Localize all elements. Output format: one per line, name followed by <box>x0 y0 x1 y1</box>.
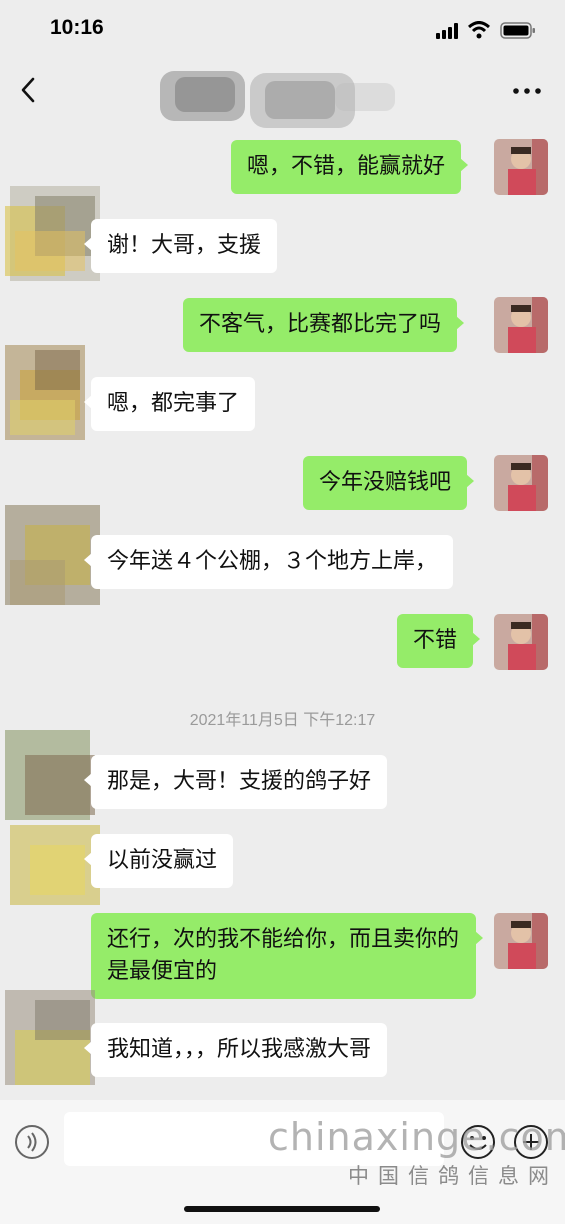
message-bubble-outgoing[interactable]: 还行，次的我不能给你，而且卖你的是最便宜的 <box>91 913 483 999</box>
message-bubble-incoming[interactable]: 那是，大哥！支援的鸽子好 <box>83 755 388 809</box>
avatar[interactable] <box>494 139 548 195</box>
watermark: chinaxinge.com <box>268 1115 565 1159</box>
message-bubble-outgoing[interactable]: 今年没赔钱吧 <box>303 456 475 510</box>
avatar[interactable] <box>494 614 548 670</box>
message-bubble-incoming[interactable]: 我知道，，，所以我感激大哥 <box>83 1023 388 1077</box>
avatar[interactable] <box>494 913 548 969</box>
more-icon[interactable] <box>512 86 542 96</box>
message-bubble-incoming[interactable]: 嗯，都完事了 <box>83 377 256 431</box>
home-indicator <box>184 1206 380 1212</box>
message-bubble-outgoing[interactable]: 嗯，不错，能赢就好 <box>231 140 469 194</box>
title-redaction <box>160 71 395 128</box>
status-time: 10:16 <box>50 16 104 39</box>
message-bubble-outgoing[interactable]: 不错 <box>397 614 481 668</box>
wifi-icon <box>468 21 490 39</box>
voice-icon[interactable] <box>14 1124 50 1160</box>
status-bar: 10:16 <box>0 0 565 60</box>
signal-icon <box>436 23 458 39</box>
message-bubble-incoming[interactable]: 谢！大哥，支援 <box>83 219 278 273</box>
battery-icon <box>500 22 535 39</box>
watermark-subtitle: 中国信鸽信息网 <box>348 1164 558 1188</box>
message-bubble-outgoing[interactable]: 不客气，比赛都比完了吗 <box>183 298 465 352</box>
avatar[interactable] <box>494 455 548 511</box>
avatar[interactable] <box>494 297 548 353</box>
nav-bar <box>0 60 565 128</box>
message-bubble-incoming[interactable]: 今年送４个公棚，３个地方上岸， <box>83 535 454 589</box>
message-bubble-incoming[interactable]: 以前没赢过 <box>83 834 234 888</box>
back-icon[interactable] <box>18 76 38 104</box>
